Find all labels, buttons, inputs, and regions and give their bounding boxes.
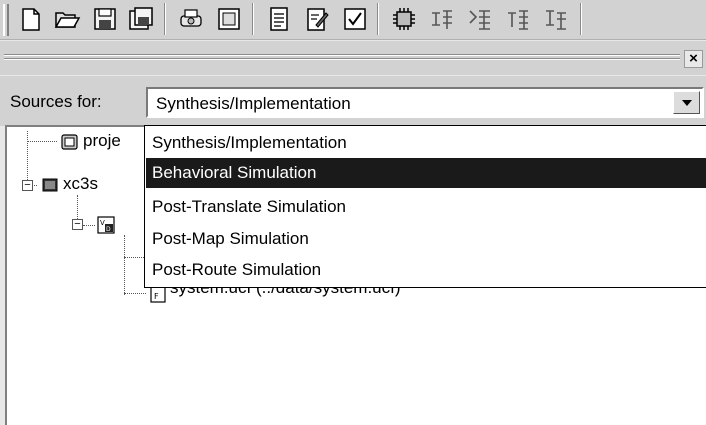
toggle-b-button[interactable] (463, 2, 497, 36)
tree-item-label: proje (83, 131, 121, 150)
sources-for-selected-value: Synthesis/Implementation (156, 94, 351, 113)
toggle-a-icon (432, 10, 452, 29)
open-button[interactable] (50, 2, 84, 36)
collapse-expander[interactable]: − (72, 219, 83, 230)
svg-text:V: V (100, 219, 105, 227)
option-post-translate-simulation[interactable]: Post-Translate Simulation (146, 192, 706, 222)
toggle-d-button[interactable] (539, 2, 573, 36)
sources-for-combobox[interactable]: Synthesis/Implementation (146, 87, 704, 118)
close-icon: × (689, 50, 698, 67)
chevron-down-icon (681, 99, 692, 106)
chip-settings-button[interactable] (387, 2, 421, 36)
new-file-button[interactable] (14, 2, 48, 36)
option-post-map-simulation[interactable]: Post-Map Simulation (146, 224, 706, 254)
option-behavioral-simulation[interactable]: Behavioral Simulation (146, 158, 706, 188)
pane-grip-line[interactable] (4, 58, 680, 60)
toggle-c-button[interactable] (501, 2, 535, 36)
sources-for-label: Sources for: (10, 92, 102, 111)
text-file-button[interactable] (262, 2, 296, 36)
open-folder-icon (54, 12, 81, 28)
check-button[interactable] (338, 2, 372, 36)
vhdl-module-icon: V D (97, 216, 115, 234)
print-preview-icon (218, 8, 240, 30)
toggle-a-button[interactable] (425, 2, 459, 36)
svg-text:D: D (106, 226, 111, 233)
edit-file-icon (307, 8, 329, 31)
text-file-icon (270, 7, 288, 31)
print-preview-button[interactable] (212, 2, 246, 36)
print-icon (180, 9, 202, 27)
checkbox-icon (344, 8, 366, 30)
new-file-icon (22, 8, 40, 31)
close-pane-button[interactable]: × (684, 50, 703, 68)
option-synthesis-implementation[interactable]: Synthesis/Implementation (146, 128, 706, 158)
chip-settings-icon (393, 8, 415, 30)
option-post-route-simulation[interactable]: Post-Route Simulation (146, 255, 706, 285)
sources-for-row: Sources for: Synthesis/Implementation (0, 76, 706, 126)
tree-item-label: xc3s (63, 174, 98, 193)
toggle-b-icon (469, 10, 490, 30)
toggle-c-icon (508, 10, 528, 30)
save-icon (94, 8, 116, 30)
project-file-icon (61, 134, 78, 150)
edit-file-button[interactable] (300, 2, 334, 36)
dropdown-arrow-button[interactable] (673, 91, 700, 114)
chip-icon (42, 178, 58, 192)
svg-text:F: F (154, 292, 159, 301)
toggle-d-icon (546, 10, 566, 30)
print-button[interactable] (174, 2, 208, 36)
save-all-button[interactable] (124, 2, 158, 36)
main-toolbar (0, 0, 706, 40)
toolbar-grip[interactable] (3, 4, 9, 36)
save-button[interactable] (88, 2, 122, 36)
sources-pane-header: × (0, 41, 706, 75)
save-all-icon (129, 7, 153, 30)
sources-for-dropdown-list: Synthesis/Implementation Behavioral Simu… (144, 125, 706, 288)
pane-grip-line[interactable] (4, 54, 680, 56)
collapse-expander[interactable]: − (22, 180, 33, 191)
